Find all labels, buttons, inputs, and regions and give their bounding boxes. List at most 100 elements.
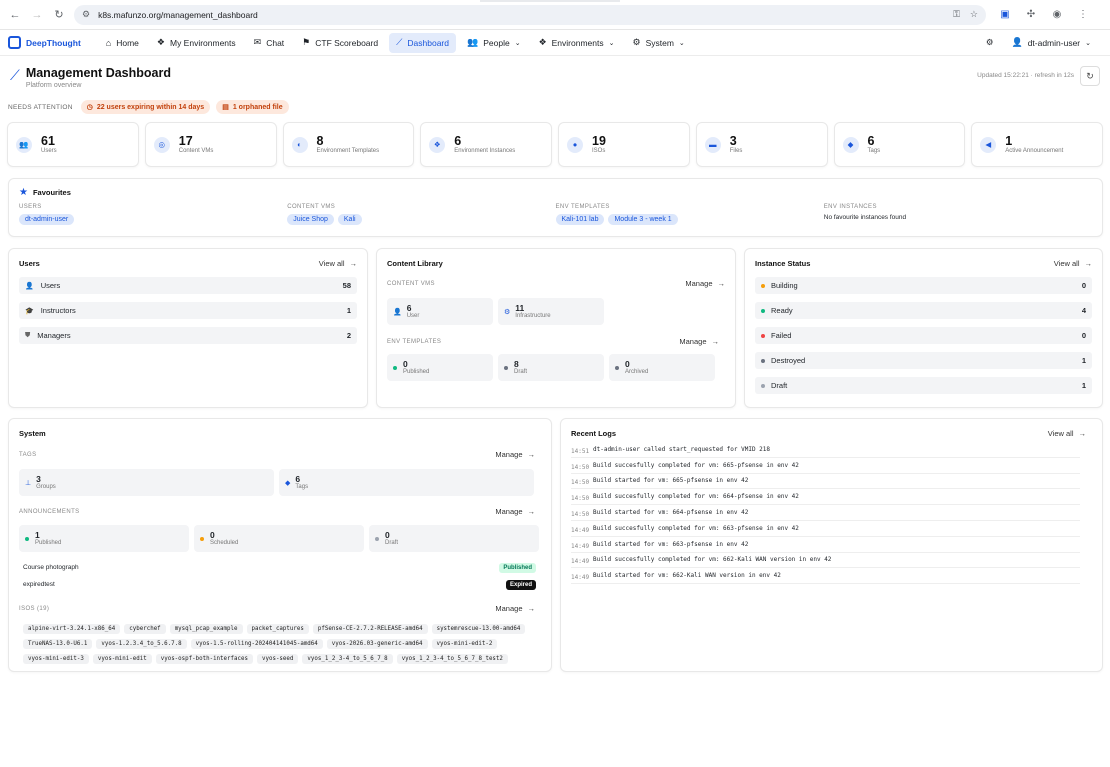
iso-chip[interactable]: TrueNAS-13.0-U6.1 xyxy=(23,639,93,649)
env-templates-label: ENV TEMPLATES xyxy=(387,338,442,345)
stat-card-isos[interactable]: ● 19 ISOs xyxy=(558,122,690,167)
profile-icon[interactable]: ◉ xyxy=(1048,6,1066,24)
address-bar[interactable]: ⚙ k8s.mafunzo.org/management_dashboard ⚿… xyxy=(74,4,986,25)
stat-card-active-announcement[interactable]: ◀ 1 Active Announcement xyxy=(971,122,1103,167)
tmpls-tile[interactable]: 8 Draft xyxy=(498,354,604,381)
stat-value: 3 xyxy=(729,134,737,148)
settings-gear-icon[interactable]: ⚙ xyxy=(979,33,1001,53)
nav-item-my-environments[interactable]: ❖ My Environments xyxy=(150,33,243,53)
log-entry: 14:51 dt-admin-user called start_requeste… xyxy=(571,442,1080,458)
stat-card-files[interactable]: ▬ 3 Files xyxy=(695,122,828,167)
env-templates-manage-link[interactable]: Manage → xyxy=(679,337,719,346)
brand-logo[interactable]: DeepThought xyxy=(8,36,81,49)
annminis-tile[interactable]: 0 Draft xyxy=(369,525,539,552)
vms-tile[interactable]: ⚙ 11 Infrastructure xyxy=(498,298,604,325)
iso-chip[interactable]: vyos-2026.03-generic-amd64 xyxy=(326,639,428,649)
announcement-status-badge: Expired xyxy=(505,579,536,590)
iso-chip[interactable]: vyos-1.5-rolling-202404141045-amd64 xyxy=(190,639,323,649)
isos-manage-link[interactable]: Manage → xyxy=(495,604,535,613)
tmpls-tile[interactable]: 0 Published xyxy=(387,354,493,381)
nav-item-environments[interactable]: ❖ Environments ⌄ xyxy=(532,33,622,53)
instance-view-all-link[interactable]: View all → xyxy=(1054,259,1092,268)
favourite-chip[interactable]: dt-admin-user xyxy=(19,214,75,225)
expiring-users-alert[interactable]: ◷ 22 users expiring within 14 days xyxy=(80,100,211,114)
stat-card-environment-instances[interactable]: ❖ 6 Environment Instances xyxy=(420,122,552,167)
iso-chip[interactable]: vyos-mini-edit-3 xyxy=(23,654,89,664)
vms-tile[interactable]: 👤 6 User xyxy=(387,298,493,325)
site-info-icon[interactable]: ⚙ xyxy=(82,9,90,20)
row-label: Ready xyxy=(771,306,793,315)
reload-icon[interactable]: ↻ xyxy=(50,6,68,24)
tagminis-tile[interactable]: ⊥ 3 Groups xyxy=(19,469,274,496)
favourite-chip[interactable]: Kali-101 lab xyxy=(555,214,605,225)
iso-chip[interactable]: cyberchef xyxy=(124,624,166,634)
refresh-button[interactable]: ↻ xyxy=(1080,66,1100,86)
iso-chip[interactable]: vyos_1_2_3-4_to_5_6_7_8 xyxy=(302,654,393,664)
nav-item-dashboard[interactable]: ⟋ Dashboard xyxy=(389,32,456,53)
stat-card-tags[interactable]: ◆ 6 Tags xyxy=(833,122,966,167)
announcement-item[interactable]: Course photograph Published xyxy=(23,559,536,576)
content-vms-manage-link[interactable]: Manage → xyxy=(685,279,725,288)
favourite-chip[interactable]: Juice Shop xyxy=(287,214,334,225)
favourite-chip[interactable]: Module 3 - week 1 xyxy=(608,214,678,225)
status-dot xyxy=(761,333,765,338)
instance-row-ready[interactable]: Ready 4 xyxy=(755,302,1092,319)
users-row-users[interactable]: 👤 Users 58 xyxy=(19,277,357,294)
instance-row-destroyed[interactable]: Destroyed 1 xyxy=(755,352,1092,369)
favourite-chip[interactable]: Kali xyxy=(337,214,362,225)
tile-value: 11 xyxy=(515,303,525,313)
iso-chip[interactable]: packet_captures xyxy=(246,624,309,634)
iso-chip[interactable]: vyos-seed xyxy=(256,654,299,664)
iso-chip[interactable]: vyos-mini-edit-2 xyxy=(431,639,498,649)
tags-manage-link[interactable]: Manage → xyxy=(495,450,535,459)
password-key-icon[interactable]: ⚿ xyxy=(953,9,960,20)
stat-card-environment-templates[interactable]: ◐ 8 Environment Templates xyxy=(282,122,415,167)
nav-item-ctf-scoreboard[interactable]: ⚑ CTF Scoreboard xyxy=(295,33,385,53)
nav-item-system[interactable]: ⚙ System ⌄ xyxy=(625,33,691,53)
annminis-tile[interactable]: 0 Scheduled xyxy=(194,525,364,552)
logs-view-all-link[interactable]: View all → xyxy=(1048,429,1086,438)
tile-label: Draft xyxy=(514,369,528,375)
user-menu[interactable]: 👤 dt-admin-user ⌄ xyxy=(1004,33,1098,53)
iso-chip[interactable]: vyos_1_2_3-4_to_5_6_7_8_test2 xyxy=(396,654,508,664)
tagminis-tile[interactable]: ◆ 6 Tags xyxy=(279,469,534,496)
tmpls-tile[interactable]: 0 Archived xyxy=(609,354,715,381)
nav-item-label: Chat xyxy=(266,37,285,48)
users-view-all-link[interactable]: View all → xyxy=(319,259,357,268)
iso-chip[interactable]: mysql_pcap_example xyxy=(169,624,243,634)
iso-chip[interactable]: vyos-mini-edit xyxy=(92,654,152,664)
nav-item-people[interactable]: 👥 People ⌄ xyxy=(460,33,528,53)
stat-card-content-vms[interactable]: ◎ 17 Content VMs xyxy=(144,122,277,167)
extension-icon[interactable]: ▣ xyxy=(996,6,1014,24)
logs-list[interactable]: 14:51 dt-admin-user called start_requeste… xyxy=(571,442,1080,592)
row-icon: ⛊ xyxy=(25,331,31,339)
stat-value: 19 xyxy=(592,134,606,148)
forward-icon[interactable]: → xyxy=(28,6,46,24)
bookmark-star-icon[interactable]: ☆ xyxy=(970,9,978,20)
nav-item-home[interactable]: ⌂ Home xyxy=(99,33,146,53)
tile-value: 8 xyxy=(514,359,519,369)
announcement-item[interactable]: expiredtest Expired xyxy=(23,576,536,593)
back-icon[interactable]: ← xyxy=(6,6,24,24)
nav-item-chat[interactable]: ✉ Chat xyxy=(247,33,292,53)
stat-card-users[interactable]: 👥 61 Users xyxy=(7,122,139,167)
iso-chip[interactable]: pfSense-CE-2.7.2-RELEASE-amd64 xyxy=(312,624,428,634)
users-row-instructors[interactable]: 🎓 Instructors 1 xyxy=(19,302,357,319)
status-dot xyxy=(615,365,619,370)
iso-chip[interactable]: systemrescue-13.00-amd64 xyxy=(431,624,526,634)
row-value: 4 xyxy=(1081,306,1086,315)
annminis-tile[interactable]: 1 Published xyxy=(19,525,189,552)
log-message: Build succesfully completed for vm: 663-… xyxy=(593,524,799,532)
favourites-group-label: ENV INSTANCES xyxy=(823,204,877,210)
iso-chip[interactable]: vyos-ospf-both-interfaces xyxy=(155,654,253,664)
instance-row-failed[interactable]: Failed 0 xyxy=(755,327,1092,344)
announcements-manage-link[interactable]: Manage → xyxy=(495,507,535,516)
instance-row-draft[interactable]: Draft 1 xyxy=(755,377,1092,394)
puzzle-icon[interactable]: ✣ xyxy=(1022,6,1040,24)
iso-chip[interactable]: alpine-virt-3.24.1-x86_64 xyxy=(23,624,121,634)
menu-kebab-icon[interactable]: ⋮ xyxy=(1074,6,1092,24)
orphaned-file-alert[interactable]: ▤ 1 orphaned file xyxy=(216,100,289,114)
users-row-managers[interactable]: ⛊ Managers 2 xyxy=(19,327,357,344)
iso-chip[interactable]: vyos-1.2.3.4_to_5.6.7.8 xyxy=(96,639,187,649)
instance-row-building[interactable]: Building 0 xyxy=(755,277,1092,294)
